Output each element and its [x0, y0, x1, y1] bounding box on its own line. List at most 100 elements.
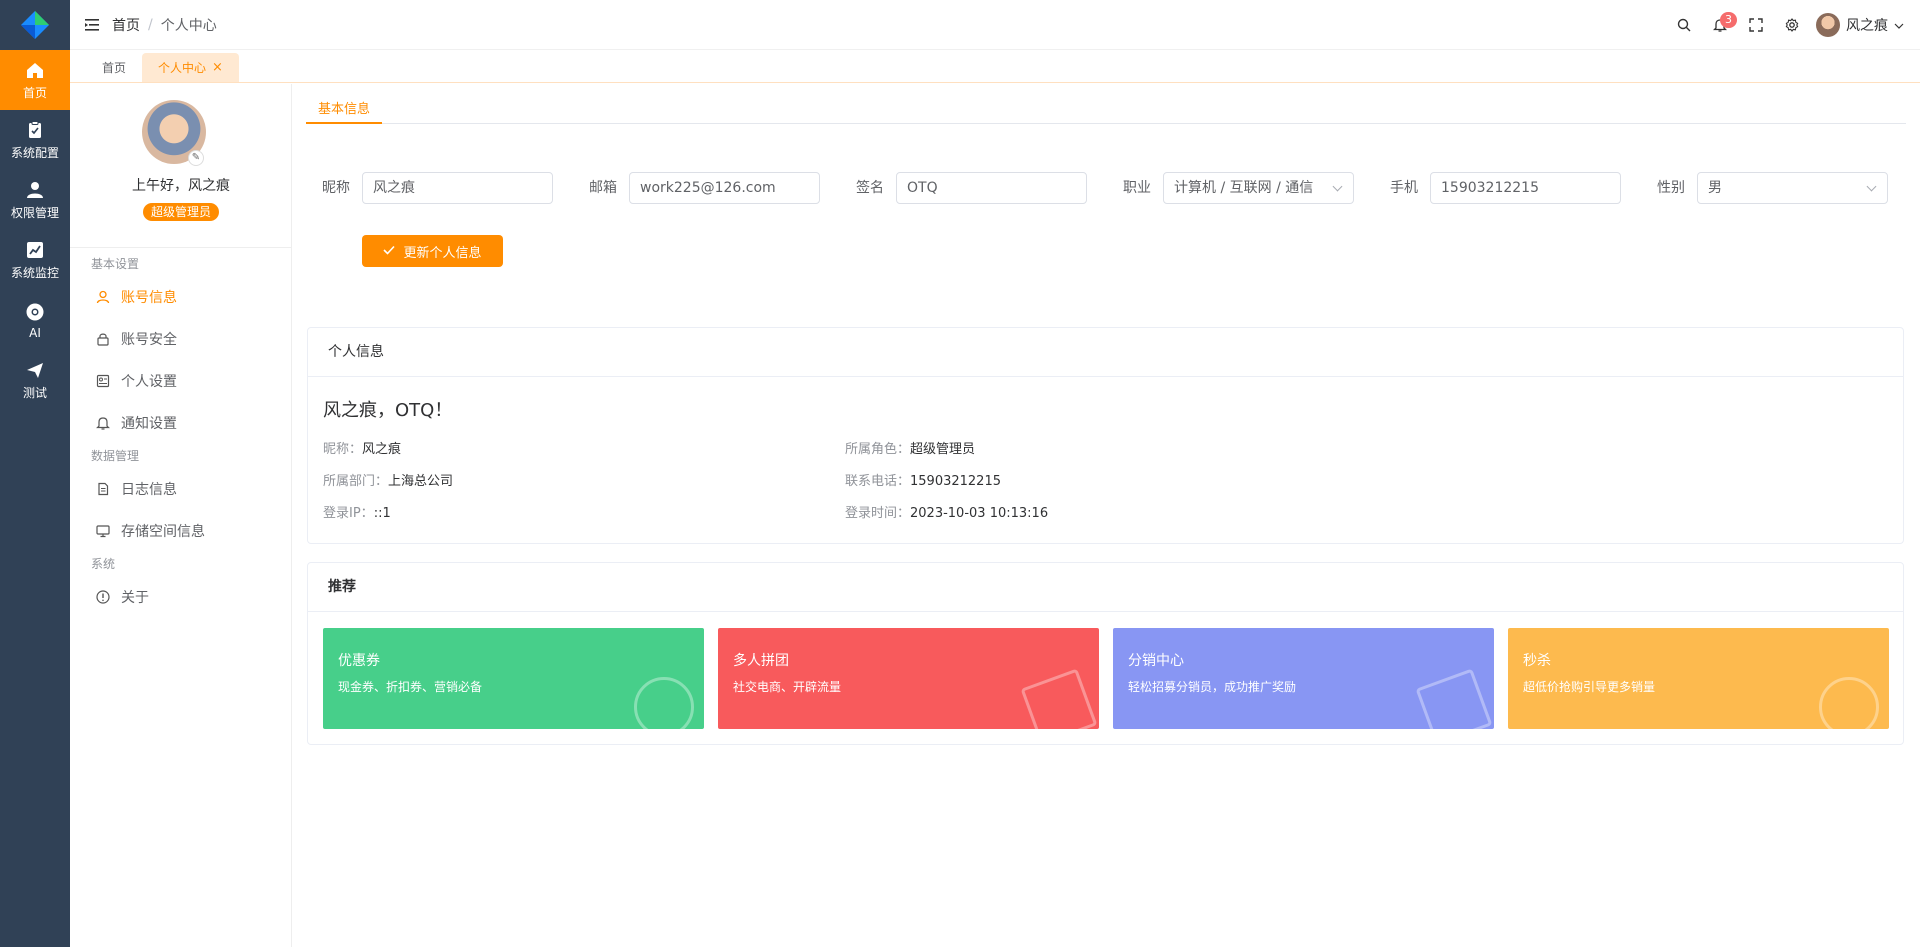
info-value: 15903212215 — [910, 474, 1001, 489]
user-dropdown[interactable]: 风之痕 — [1816, 13, 1904, 37]
recommend-desc: 现金券、折扣券、营销必备 — [338, 680, 483, 694]
user-icon — [24, 179, 46, 201]
profile-sidebar: ✎ 上午好，风之痕 超级管理员 基本设置 账号信息 账号安全 个人设置 通知设置… — [70, 84, 292, 947]
close-icon[interactable]: × — [212, 60, 223, 75]
info-value: 风之痕 — [362, 442, 402, 457]
menu-group-title: 系统 — [91, 557, 116, 571]
info-key: 所属角色： — [845, 442, 911, 457]
breadcrumb: 首页 / 个人中心 — [112, 15, 217, 35]
menu-item-account-security[interactable]: 账号安全 — [70, 318, 291, 360]
menu-item-label: 账号安全 — [121, 332, 177, 348]
gender-select[interactable]: 男 — [1697, 172, 1888, 204]
update-button-label: 更新个人信息 — [403, 245, 482, 261]
info-login-ip: 登录IP：::1 — [323, 502, 391, 521]
recommend-item-distribution[interactable]: 分销中心 轻松招募分销员，成功推广奖励 — [1113, 628, 1494, 729]
nickname-input[interactable]: 风之痕 — [362, 172, 553, 204]
document-icon — [95, 481, 111, 497]
sign-label: 签名 — [856, 180, 884, 196]
menu-item-notification-settings[interactable]: 通知设置 — [70, 402, 291, 444]
menu-item-storage-info[interactable]: 存储空间信息 — [70, 510, 291, 552]
top-bar: 首页 / 个人中心 3 风之痕 — [70, 0, 1920, 50]
sign-input[interactable]: OTQ — [896, 172, 1087, 204]
nickname-label: 昵称 — [322, 180, 350, 196]
phone-input[interactable]: 15903212215 — [1430, 172, 1621, 204]
rail-item-test[interactable]: 测试 — [0, 350, 70, 410]
info-role: 所属角色：超级管理员 — [845, 438, 975, 457]
building-icon — [1415, 668, 1493, 729]
coupon-icon — [634, 677, 694, 729]
recommend-title: 分销中心 — [1128, 653, 1184, 669]
home-icon — [24, 59, 46, 81]
bell-notification-icon[interactable]: 3 — [1702, 7, 1738, 43]
phone-label: 手机 — [1390, 180, 1418, 196]
chrome-icon — [24, 301, 46, 323]
fullscreen-icon[interactable] — [1738, 7, 1774, 43]
info-key: 联系电话： — [845, 474, 911, 489]
bell-icon — [95, 415, 111, 431]
email-label: 邮箱 — [589, 180, 617, 196]
profile-card-icon — [95, 373, 111, 389]
recommend-item-flash-sale[interactable]: 秒杀 超低价抢购引导更多销量 — [1508, 628, 1889, 729]
menu-item-label: 通知设置 — [121, 416, 177, 432]
update-profile-button[interactable]: 更新个人信息 — [362, 235, 503, 267]
email-input[interactable]: work225@126.com — [629, 172, 820, 204]
notification-badge: 3 — [1720, 12, 1737, 28]
tab-label: 首页 — [102, 61, 127, 75]
tab-basic-info[interactable]: 基本信息 — [306, 98, 383, 124]
recommend-item-coupon[interactable]: 优惠券 现金券、折扣券、营销必备 — [323, 628, 704, 729]
clipboard-icon — [24, 119, 46, 141]
monitor-icon — [95, 523, 111, 539]
menu-item-about[interactable]: 关于 — [70, 576, 291, 618]
menu-item-label: 个人设置 — [121, 374, 177, 390]
search-icon[interactable] — [1666, 7, 1702, 43]
settings-gear-icon[interactable] — [1774, 7, 1810, 43]
menu-item-log-info[interactable]: 日志信息 — [70, 468, 291, 510]
job-select[interactable]: 计算机 / 互联网 / 通信 — [1163, 172, 1354, 204]
recommend-title: 多人拼团 — [733, 653, 789, 669]
app-logo[interactable] — [0, 0, 70, 50]
tab-personal-center[interactable]: 个人中心 × — [142, 53, 239, 82]
info-value: ::1 — [373, 506, 391, 521]
left-rail: 首页 系统配置 权限管理 系统监控 AI 测试 — [0, 0, 70, 947]
edit-avatar-icon[interactable]: ✎ — [188, 150, 204, 166]
profile-form: 昵称 风之痕 邮箱 work225@126.com 签名 OTQ 职业 计算机 … — [306, 172, 1906, 204]
breadcrumb-home[interactable]: 首页 — [112, 15, 140, 35]
breadcrumb-current: 个人中心 — [160, 17, 217, 34]
info-key: 登录时间： — [845, 506, 911, 521]
role-badge: 超级管理员 — [143, 203, 220, 221]
top-actions: 3 风之痕 — [1666, 0, 1904, 50]
menu-item-label: 日志信息 — [121, 482, 177, 498]
rail-item-label: 首页 — [22, 86, 47, 100]
form-tabs: 基本信息 — [306, 98, 1906, 124]
main-content: 基本信息 昵称 风之痕 邮箱 work225@126.com 签名 OTQ 职业… — [306, 84, 1906, 944]
info-login-time: 登录时间：2023-10-03 10:13:16 — [845, 502, 1048, 521]
alarm-clock-icon — [1819, 677, 1879, 729]
logo-icon — [21, 11, 49, 39]
rail-item-system-config[interactable]: 系统配置 — [0, 110, 70, 170]
chevron-down-icon — [1894, 17, 1904, 33]
recommend-item-group-buy[interactable]: 多人拼团 社交电商、开辟流量 — [718, 628, 1099, 729]
menu-item-label: 关于 — [121, 590, 149, 606]
rail-item-monitor[interactable]: 系统监控 — [0, 230, 70, 290]
avatar — [1816, 13, 1840, 37]
info-key: 昵称： — [323, 442, 363, 457]
menu-toggle-icon[interactable] — [84, 17, 100, 33]
rail-item-label: 测试 — [22, 386, 47, 400]
profile-summary: ✎ 上午好，风之痕 超级管理员 — [70, 84, 291, 248]
menu-item-personal-settings[interactable]: 个人设置 — [70, 360, 291, 402]
send-icon — [24, 359, 46, 381]
info-value: 超级管理员 — [910, 442, 976, 457]
personal-info-card: 个人信息 风之痕，OTQ！ 昵称：风之痕 所属角色：超级管理员 所属部门：上海总… — [307, 327, 1904, 544]
info-icon — [95, 589, 111, 605]
menu-group-title: 数据管理 — [91, 449, 140, 463]
rail-item-home[interactable]: 首页 — [0, 50, 70, 110]
info-value: 上海总公司 — [388, 474, 454, 489]
rail-item-ai[interactable]: AI — [0, 290, 70, 350]
hello-text: 风之痕，OTQ！ — [323, 400, 453, 421]
tab-home[interactable]: 首页 — [86, 53, 142, 82]
rail-item-permission[interactable]: 权限管理 — [0, 170, 70, 230]
check-icon — [383, 244, 396, 259]
recommend-desc: 社交电商、开辟流量 — [733, 680, 842, 694]
user-name: 风之痕 — [1846, 18, 1888, 34]
menu-item-account-info[interactable]: 账号信息 — [70, 276, 291, 318]
